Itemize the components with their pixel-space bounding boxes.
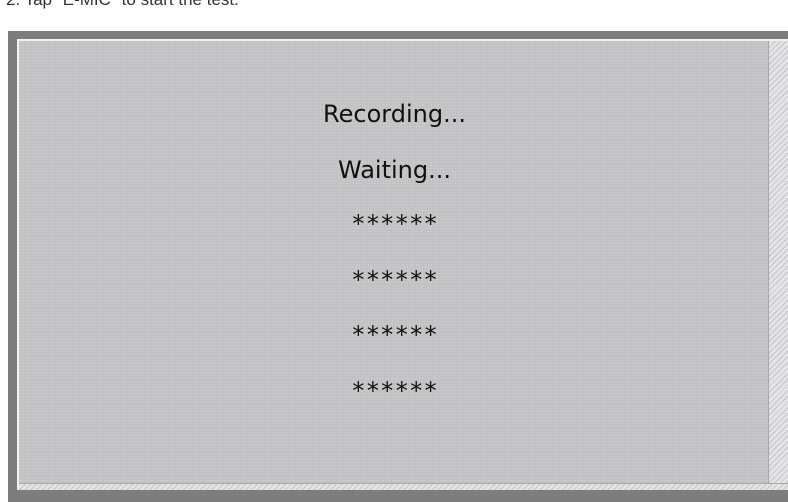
instruction-text: 2. Tap "E-MIC" to start the test. — [6, 0, 239, 9]
waiting-status: Waiting... — [338, 156, 451, 184]
device-frame: Recording... Waiting... ****** ****** **… — [8, 31, 788, 502]
result-line-2: ****** — [351, 266, 438, 294]
result-line-3: ****** — [351, 321, 438, 349]
screen-bottom-edge — [19, 483, 788, 490]
scrollbar-track[interactable] — [768, 41, 788, 490]
device-screen: Recording... Waiting... ****** ****** **… — [17, 39, 788, 490]
recording-status: Recording... — [323, 100, 466, 128]
result-line-1: ****** — [351, 210, 438, 238]
result-line-4: ****** — [351, 377, 438, 405]
